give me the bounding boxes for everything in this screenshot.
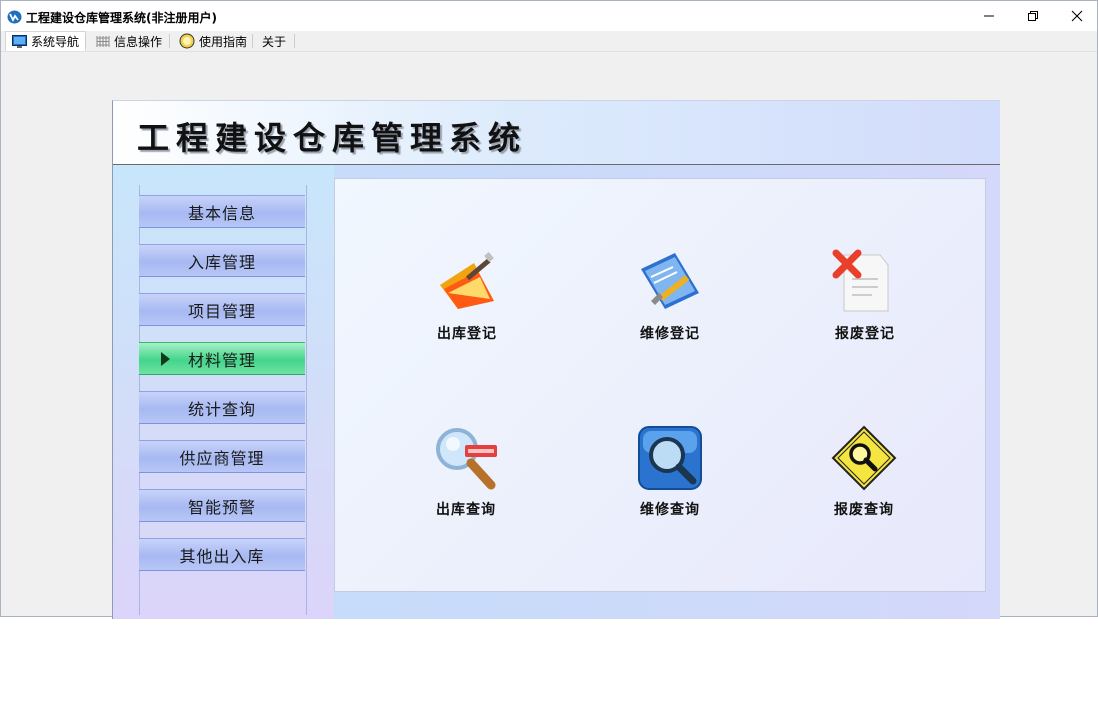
app-logo-icon [7,10,22,24]
sidebar-item-material[interactable]: 材料管理 [139,342,305,375]
help-icon [179,33,195,49]
monitor-icon [12,35,27,48]
window-title: 工程建设仓库管理系统(非注册用户) [26,11,217,25]
menu-label: 使用指南 [199,34,248,49]
page-title: 工程建设仓库管理系统 [137,119,528,157]
sidebar-item-label: 智能预警 [187,497,256,517]
menu-user-guide[interactable]: 使用指南 [173,31,253,51]
function-label: 出库登记 [437,326,497,342]
sidebar-item-supplier[interactable]: 供应商管理 [139,440,305,473]
restore-icon [1028,11,1038,21]
close-button[interactable] [1055,1,1098,31]
sidebar-item-inbound[interactable]: 入库管理 [139,244,305,277]
sidebar-item-label: 材料管理 [187,350,256,370]
document-tools-icon [641,253,699,309]
sidebar-item-basic-info[interactable]: 基本信息 [139,195,305,228]
outbound-query-button[interactable]: 出库查询 [411,425,521,525]
menu-label: 关于 [262,34,287,49]
sidebar-item-label: 统计查询 [187,399,256,419]
menu-divider [252,34,253,48]
minimize-icon [984,15,994,17]
sidebar-item-label: 基本信息 [187,203,256,223]
menu-divider [169,34,170,48]
menu-divider [85,34,86,48]
grid-icon [96,35,110,47]
menu-about[interactable]: 关于 [256,31,292,51]
menu-divider [294,34,295,48]
main-panel: 工程建设仓库管理系统 基本信息 入库管理 项目管理 材料管理 统计查询 供应商管… [112,100,1000,619]
function-label: 报废登记 [835,326,895,342]
menu-bar: 系统导航 信息操作 使用指南 关于 [1,31,1097,52]
function-label: 维修登记 [640,326,700,342]
sidebar-item-label: 供应商管理 [179,448,265,468]
delete-document-icon [832,249,889,312]
repair-register-button[interactable]: 维修登记 [615,249,725,349]
repair-query-button[interactable]: 维修查询 [615,425,725,525]
sidebar-item-statistics[interactable]: 统计查询 [139,391,305,424]
function-label: 报废查询 [834,502,894,518]
magnifier-icon [436,428,497,490]
function-area: 出库登记 维修登记 报废登记 出库查询 维修查询 报废查询 [334,178,986,592]
sidebar-item-label: 其他出入库 [179,546,265,566]
outbound-register-button[interactable]: 出库登记 [412,249,522,349]
selected-arrow-icon [161,352,170,366]
folder-pen-icon [440,252,494,309]
scrap-register-button[interactable]: 报废登记 [810,249,920,349]
menu-info-ops[interactable]: 信息操作 [90,31,168,51]
minimize-button[interactable] [967,1,1011,31]
sidebar-item-project[interactable]: 项目管理 [139,293,305,326]
scrap-query-button[interactable]: 报废查询 [809,425,919,525]
menu-label: 信息操作 [114,34,163,49]
search-box-icon [638,426,702,490]
menu-system-nav[interactable]: 系统导航 [5,31,87,51]
diamond-search-icon [831,425,897,491]
function-label: 维修查询 [640,502,700,518]
restore-button[interactable] [1011,1,1055,31]
sidebar: 基本信息 入库管理 项目管理 材料管理 统计查询 供应商管理 智能预警 其他出入… [113,165,334,619]
panel-header: 工程建设仓库管理系统 [113,101,1000,165]
sidebar-item-label: 入库管理 [187,252,256,272]
close-icon [1071,10,1083,22]
sidebar-item-label: 项目管理 [187,301,256,321]
title-bar[interactable]: 工程建设仓库管理系统(非注册用户) [1,1,1097,31]
sidebar-item-warning[interactable]: 智能预警 [139,489,305,522]
function-label: 出库查询 [436,502,496,518]
sidebar-item-other-io[interactable]: 其他出入库 [139,538,305,571]
app-window: 工程建设仓库管理系统(非注册用户) 系统导航 信息操作 使用指南 关于 工程建设… [0,0,1098,619]
menu-label: 系统导航 [31,35,80,49]
